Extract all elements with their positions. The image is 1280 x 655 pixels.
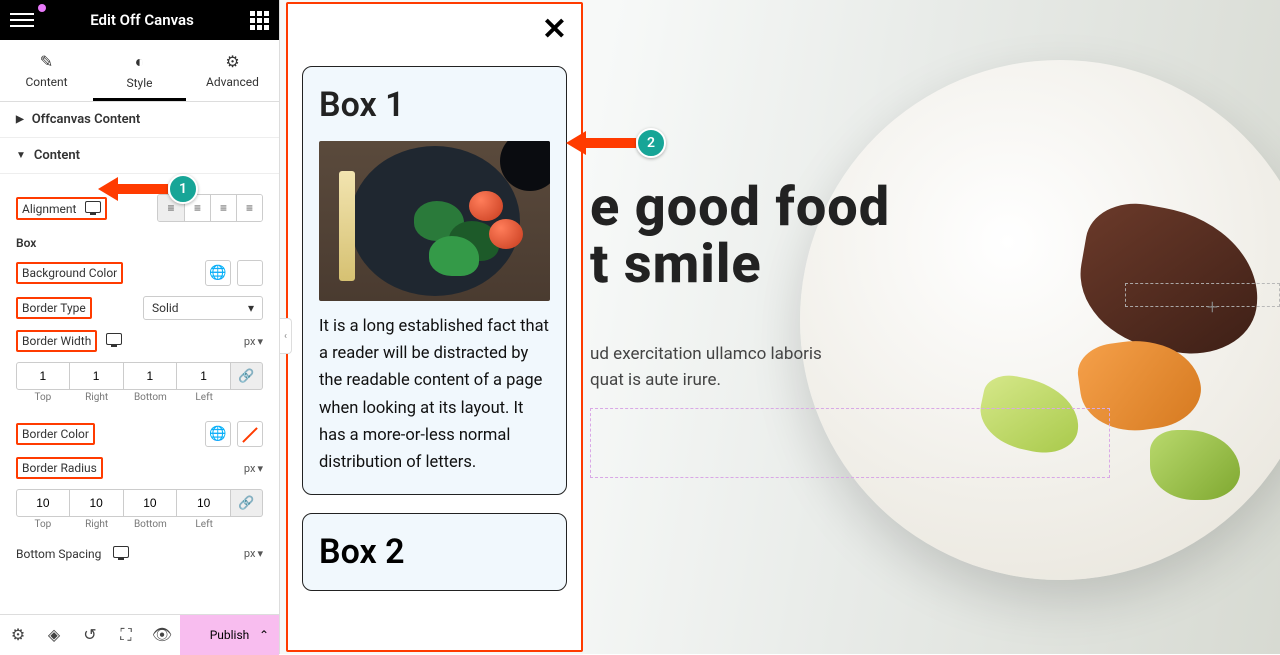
panel-header: Edit Off Canvas xyxy=(0,0,279,40)
annotation-badge-2: 2 xyxy=(636,128,666,158)
responsive-icon[interactable] xyxy=(106,333,122,345)
content-controls: Alignment ≡ ≡ ≡ ≡ Box Background Color 🌐 xyxy=(0,174,279,581)
menu-icon[interactable] xyxy=(10,13,34,27)
box-2-title: Box 2 xyxy=(319,532,550,572)
settings-button[interactable]: ⚙ xyxy=(0,615,36,655)
box-1-title: Box 1 xyxy=(319,85,550,125)
section-offcanvas-content[interactable]: ▶ Offcanvas Content xyxy=(0,102,279,138)
border-radius-right[interactable] xyxy=(70,489,124,517)
editor-panel: Edit Off Canvas ✎ Content ◐ Style ⚙ Adva… xyxy=(0,0,280,654)
box-1-text: It is a long established fact that a rea… xyxy=(319,313,550,476)
bgcolor-swatch[interactable] xyxy=(237,260,263,286)
border-color-swatch[interactable] xyxy=(237,421,263,447)
preview-button[interactable]: 👁 xyxy=(144,615,180,655)
gear-icon: ⚙ xyxy=(225,52,239,71)
offcanvas-box-1[interactable]: Box 1 It is a long established fact that… xyxy=(302,66,567,495)
label-border-width: Border Width xyxy=(16,330,122,352)
add-section-handle[interactable]: + xyxy=(1207,295,1218,319)
unit-selector[interactable]: px ▾ xyxy=(244,335,263,348)
responsive-icon[interactable] xyxy=(113,546,129,558)
chevron-up-icon: ⌃ xyxy=(259,628,269,642)
label-alignment: Alignment xyxy=(16,197,107,220)
annotation-arrow-1: 1 xyxy=(98,174,198,204)
offcanvas-popup: ✕ Box 1 It is a long established fact th… xyxy=(286,2,583,652)
chevron-right-icon: ▶ xyxy=(16,114,24,125)
border-radius-top[interactable] xyxy=(16,489,70,517)
hero-line-2: t smile xyxy=(590,233,762,296)
tab-content[interactable]: ✎ Content xyxy=(0,40,93,101)
panel-footer: ⚙ ◈ ↺ ⛶ 👁 Publish ⌃ xyxy=(0,614,279,654)
border-width-top[interactable] xyxy=(16,362,70,390)
annotation-badge-1: 1 xyxy=(168,174,198,204)
tab-style[interactable]: ◐ Style xyxy=(93,40,186,101)
label-bottom-spacing: Bottom Spacing xyxy=(16,546,129,561)
global-color-button[interactable]: 🌐 xyxy=(205,421,231,447)
panel-tabs: ✎ Content ◐ Style ⚙ Advanced xyxy=(0,40,279,102)
collapse-panel-button[interactable]: ‹ xyxy=(280,318,292,354)
style-icon: ◐ xyxy=(135,52,145,72)
close-icon[interactable]: ✕ xyxy=(542,12,567,47)
box-1-image xyxy=(319,141,550,301)
border-width-bottom[interactable] xyxy=(124,362,178,390)
section-content[interactable]: ▼ Content xyxy=(0,138,279,174)
panel-title: Edit Off Canvas xyxy=(34,11,250,29)
notification-dot xyxy=(38,4,46,12)
border-radius-inputs: Top Right Bottom Left 🔗 xyxy=(16,489,263,530)
responsive-button[interactable]: ⛶ xyxy=(108,615,144,655)
align-right-button[interactable]: ≡ xyxy=(210,195,236,221)
label-border-radius: Border Radius xyxy=(16,457,103,479)
widgets-icon[interactable] xyxy=(250,11,269,30)
editor-selection-strip[interactable] xyxy=(1125,283,1280,307)
unit-selector[interactable]: px ▾ xyxy=(244,547,263,560)
editor-empty-container[interactable] xyxy=(590,408,1110,478)
hero-line-1: e good food xyxy=(590,176,890,239)
annotation-arrow-2: 2 xyxy=(566,128,666,158)
label-bgcolor: Background Color xyxy=(16,262,123,284)
border-type-select[interactable]: Solid ▾ xyxy=(143,296,263,320)
border-radius-bottom[interactable] xyxy=(124,489,178,517)
chevron-down-icon: ▼ xyxy=(16,150,26,161)
label-border-color: Border Color xyxy=(16,423,95,445)
border-width-left[interactable] xyxy=(177,362,231,390)
offcanvas-box-2[interactable]: Box 2 xyxy=(302,513,567,591)
align-justify-button[interactable]: ≡ xyxy=(236,195,262,221)
tab-advanced[interactable]: ⚙ Advanced xyxy=(186,40,279,101)
history-button[interactable]: ↺ xyxy=(72,615,108,655)
border-width-right[interactable] xyxy=(70,362,124,390)
label-border-type: Border Type xyxy=(16,297,92,319)
border-radius-left[interactable] xyxy=(177,489,231,517)
publish-button[interactable]: Publish ⌃ xyxy=(180,615,279,655)
border-width-inputs: Top Right Bottom Left 🔗 xyxy=(16,362,263,403)
box-subheading: Box xyxy=(16,236,263,250)
chevron-down-icon: ▾ xyxy=(248,301,254,315)
link-values-button[interactable]: 🔗 xyxy=(231,489,263,517)
hero-subtext: ud exercitation ullamco laboris quat is … xyxy=(590,342,1020,393)
navigator-button[interactable]: ◈ xyxy=(36,615,72,655)
pencil-icon: ✎ xyxy=(40,52,53,71)
hero-heading: e good foodt smile xyxy=(590,180,890,293)
global-color-button[interactable]: 🌐 xyxy=(205,260,231,286)
unit-selector[interactable]: px ▾ xyxy=(244,462,263,475)
link-values-button[interactable]: 🔗 xyxy=(231,362,263,390)
